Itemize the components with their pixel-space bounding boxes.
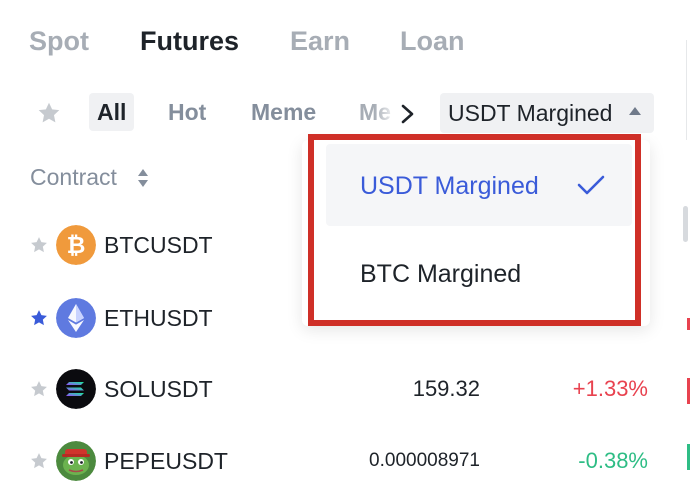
contract-column-header[interactable]: Contract <box>30 162 148 192</box>
price-change: -0.38% <box>578 448 648 473</box>
dropdown-option-label: BTC Margined <box>360 260 522 288</box>
margin-type-dropdown: USDT Margined BTC Margined <box>302 140 650 326</box>
contract-symbol: PEPEUSDT <box>104 448 228 474</box>
contract-symbol: ETHUSDT <box>104 305 213 331</box>
price-change: +1.33% <box>572 376 648 401</box>
ethereum-icon <box>56 298 96 338</box>
filter-chip-all[interactable]: All <box>89 93 135 131</box>
filter-row: All Hot Meme Me USDT Margined <box>0 90 690 136</box>
dropdown-option-label: USDT Margined <box>360 172 539 200</box>
bitcoin-icon: ₿ <box>56 225 96 265</box>
margin-type-select[interactable]: USDT Margined <box>440 93 654 133</box>
contract-header-label: Contract <box>30 164 117 190</box>
dropdown-option-btc-margined[interactable]: BTC Margined <box>326 232 632 314</box>
solana-icon <box>56 369 96 409</box>
chevron-right-icon[interactable] <box>396 102 418 126</box>
filter-chip-hot[interactable]: Hot <box>168 93 206 131</box>
table-row[interactable]: PEPEUSDT 0.000008971 -0.38% <box>0 431 690 491</box>
contract-symbol: BTCUSDT <box>104 232 213 258</box>
star-icon[interactable] <box>29 451 49 471</box>
dropdown-option-usdt-margined[interactable]: USDT Margined <box>326 144 632 226</box>
tab-spot[interactable]: Spot <box>29 24 89 58</box>
star-icon[interactable] <box>29 235 49 255</box>
caret-up-icon <box>629 107 641 115</box>
contract-symbol: SOLUSDT <box>104 376 213 402</box>
tab-futures[interactable]: Futures <box>140 24 239 58</box>
table-row[interactable]: SOLUSDT 159.32 +1.33% <box>0 359 690 419</box>
scrollbar-thumb[interactable] <box>683 206 688 242</box>
market-type-tabs: Spot Futures Earn Loan <box>0 0 690 80</box>
star-icon[interactable] <box>29 308 49 328</box>
tab-loan[interactable]: Loan <box>400 24 465 58</box>
star-icon[interactable] <box>29 379 49 399</box>
sort-icon[interactable] <box>136 166 150 190</box>
svg-text:₿: ₿ <box>67 233 86 259</box>
pepe-icon <box>56 441 96 481</box>
margin-type-label: USDT Margined <box>448 100 613 126</box>
filter-chip-meme[interactable]: Meme <box>251 93 316 131</box>
filter-chip-truncated[interactable]: Me <box>359 93 397 131</box>
star-icon[interactable] <box>36 100 62 126</box>
last-price: 159.32 <box>412 376 480 401</box>
tab-earn[interactable]: Earn <box>290 24 350 58</box>
check-icon <box>577 175 605 195</box>
last-price: 0.000008971 <box>369 450 480 471</box>
